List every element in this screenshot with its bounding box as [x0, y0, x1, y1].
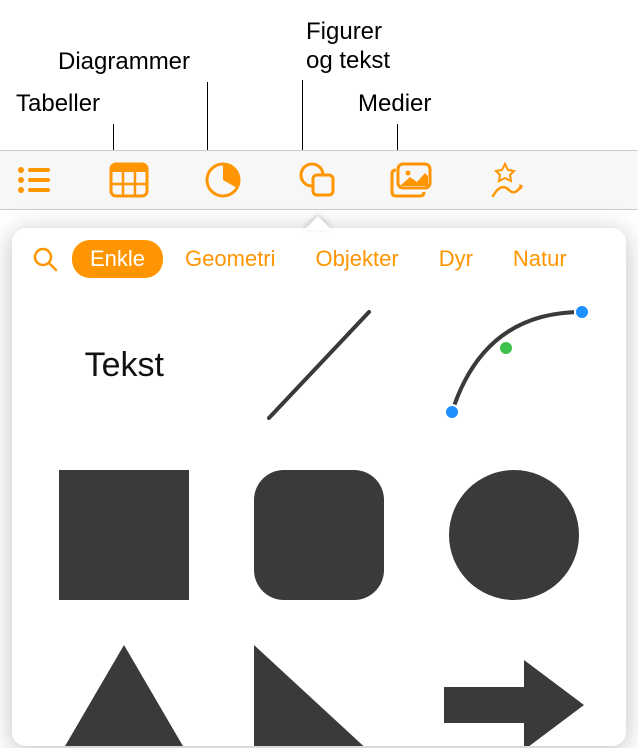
rounded-square-icon: [254, 470, 384, 600]
shape-arrow[interactable]: [429, 630, 599, 746]
shape-right-triangle[interactable]: [234, 630, 404, 746]
shape-rounded-square[interactable]: [234, 460, 404, 610]
text-shape-label: Tekst: [85, 346, 164, 385]
triangle-icon: [54, 645, 194, 746]
square-icon: [59, 470, 189, 600]
pie-chart-icon: [204, 161, 242, 199]
curve-icon: [434, 300, 594, 430]
callout-tables: Tabeller: [16, 90, 100, 119]
shape-triangle[interactable]: [39, 630, 209, 746]
callout-line: [397, 124, 398, 150]
tab-nature[interactable]: Natur: [495, 240, 585, 278]
shapes-grid: Tekst: [12, 290, 626, 746]
media-button[interactable]: [386, 155, 436, 205]
callout-area: Tabeller Diagrammer Figurer og tekst Med…: [0, 0, 638, 150]
list-format-button[interactable]: [10, 155, 60, 205]
tables-button[interactable]: [104, 155, 154, 205]
callout-shapes-text: Figurer og tekst: [306, 18, 390, 76]
search-icon: [32, 246, 58, 272]
tab-animals[interactable]: Dyr: [421, 240, 491, 278]
shapes-popover: Enkle Geometri Objekter Dyr Natur Tekst: [12, 228, 626, 746]
shape-circle[interactable]: [429, 460, 599, 610]
tab-objects[interactable]: Objekter: [298, 240, 417, 278]
media-icon: [390, 162, 432, 198]
tab-geometry[interactable]: Geometri: [167, 240, 293, 278]
circle-icon: [449, 470, 579, 600]
popover-arrow: [304, 216, 332, 230]
draw-icon: [485, 160, 525, 200]
search-button[interactable]: [22, 240, 68, 278]
line-icon: [249, 300, 389, 430]
callout-line: [207, 82, 208, 150]
category-bar: Enkle Geometri Objekter Dyr Natur: [12, 228, 626, 290]
list-icon: [17, 165, 53, 195]
shape-curve[interactable]: [429, 290, 599, 440]
callout-line: [113, 124, 114, 150]
right-triangle-icon: [254, 645, 384, 746]
shape-line[interactable]: [234, 290, 404, 440]
shape-text[interactable]: Tekst: [39, 290, 209, 440]
tab-simple[interactable]: Enkle: [72, 240, 163, 278]
charts-button[interactable]: [198, 155, 248, 205]
shape-square[interactable]: [39, 460, 209, 610]
callout-charts: Diagrammer: [58, 48, 190, 77]
draw-button[interactable]: [480, 155, 530, 205]
callout-media: Medier: [358, 90, 431, 119]
shapes-button[interactable]: [292, 155, 342, 205]
shapes-icon: [297, 161, 337, 199]
table-icon: [109, 162, 149, 198]
toolbar: [0, 150, 638, 210]
callout-line: [302, 80, 303, 150]
arrow-icon: [439, 655, 589, 746]
